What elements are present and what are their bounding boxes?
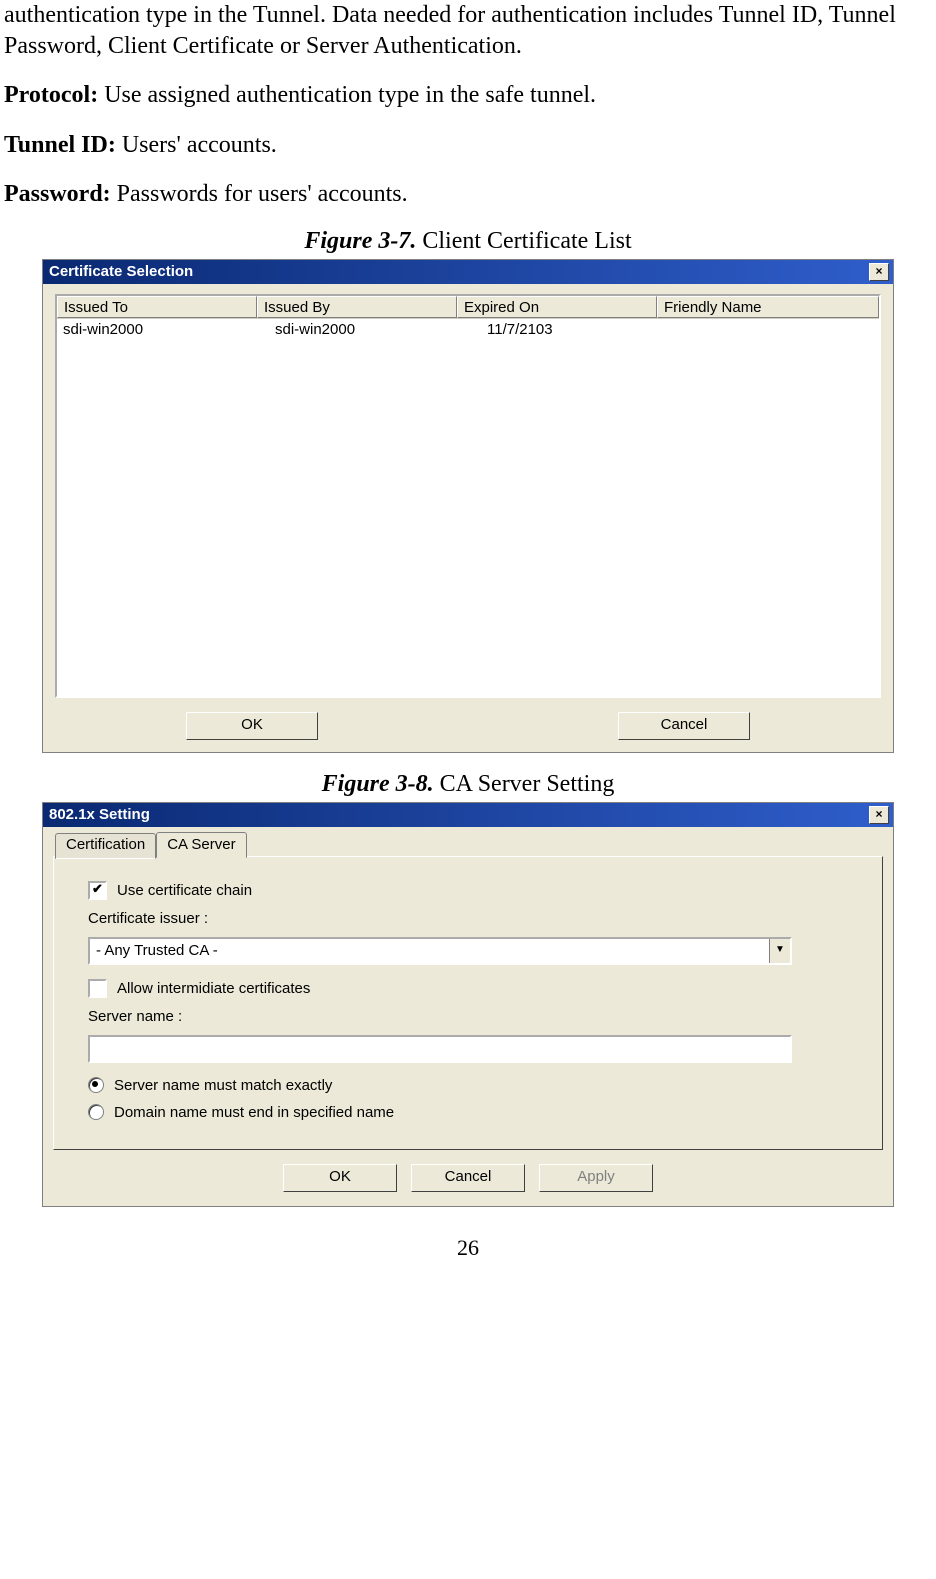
dialog-body: Issued To Issued By Expired On Friendly … (43, 284, 893, 752)
cert-issuer-label: Certificate issuer : (88, 910, 864, 927)
dialog2-body: Certification CA Server ✔ Use certificat… (43, 827, 893, 1206)
server-name-input[interactable] (88, 1035, 792, 1063)
cert-issuer-combo[interactable]: - Any Trusted CA - ▼ (88, 937, 792, 965)
def-protocol-text: Use assigned authentication type in the … (98, 82, 596, 108)
cert-issuer-value: - Any Trusted CA - (90, 942, 769, 959)
tab-ca-server[interactable]: CA Server (156, 832, 246, 858)
figure-3-8-label: Figure 3-8. (322, 771, 434, 797)
close-icon[interactable]: × (869, 806, 889, 824)
def-password: Password: Passwords for users' accounts. (4, 179, 932, 210)
col-friendly-name[interactable]: Friendly Name (657, 296, 879, 318)
allow-intermediate-checkbox[interactable] (88, 979, 107, 998)
def-protocol-label: Protocol: (4, 82, 98, 108)
intro-paragraph: authentication type in the Tunnel. Data … (4, 0, 932, 62)
cell-friendly-name (693, 319, 879, 340)
dialog-button-row: OK Cancel (55, 712, 881, 740)
radio-match-exactly-label: Server name must match exactly (114, 1077, 332, 1094)
dialog-title-text: Certificate Selection (49, 260, 193, 284)
use-cert-chain-row: ✔ Use certificate chain (88, 881, 864, 900)
cancel-button[interactable]: Cancel (618, 712, 750, 740)
figure-3-7-label: Figure 3-7. (304, 228, 416, 254)
col-issued-by[interactable]: Issued By (257, 296, 457, 318)
tab-panel-ca-server: ✔ Use certificate chain Certificate issu… (53, 856, 883, 1150)
radio-domain-end-label: Domain name must end in specified name (114, 1104, 394, 1121)
ok-button[interactable]: OK (186, 712, 318, 740)
tab-certification[interactable]: Certification (55, 833, 156, 859)
def-password-label: Password: (4, 181, 111, 207)
radio-domain-end[interactable] (88, 1104, 104, 1120)
def-protocol: Protocol: Use assigned authentication ty… (4, 80, 932, 111)
ok-button[interactable]: OK (283, 1164, 397, 1192)
apply-button[interactable]: Apply (539, 1164, 653, 1192)
certificate-selection-dialog: Certificate Selection × Issued To Issued… (42, 259, 894, 753)
figure-3-7-text: Client Certificate List (416, 228, 631, 254)
figure-3-8-caption: Figure 3-8. CA Server Setting (4, 771, 932, 798)
cell-issued-by: sdi-win2000 (269, 319, 481, 340)
tab-strip: Certification CA Server (53, 831, 883, 857)
close-icon[interactable]: × (869, 263, 889, 281)
page-number: 26 (4, 1235, 932, 1261)
col-issued-to[interactable]: Issued To (57, 296, 257, 318)
def-tunnel-id-text: Users' accounts. (116, 132, 277, 158)
table-row[interactable]: sdi-win2000 sdi-win2000 11/7/2103 (57, 319, 879, 340)
dialog2-title-text: 802.1x Setting (49, 803, 150, 827)
figure-3-7-caption: Figure 3-7. Client Certificate List (4, 228, 932, 255)
def-tunnel-id: Tunnel ID: Users' accounts. (4, 130, 932, 161)
use-cert-chain-checkbox[interactable]: ✔ (88, 881, 107, 900)
allow-intermediate-label: Allow intermidiate certificates (117, 980, 310, 997)
radio-domain-end-row: Domain name must end in specified name (88, 1104, 864, 1121)
dialog-titlebar: Certificate Selection × (43, 260, 893, 284)
list-header: Issued To Issued By Expired On Friendly … (57, 296, 879, 319)
cell-expired-on: 11/7/2103 (481, 319, 693, 340)
allow-intermediate-row: Allow intermidiate certificates (88, 979, 864, 998)
use-cert-chain-label: Use certificate chain (117, 882, 252, 899)
radio-match-exactly-row: Server name must match exactly (88, 1077, 864, 1094)
8021x-setting-dialog: 802.1x Setting × Certification CA Server… (42, 802, 894, 1207)
cancel-button[interactable]: Cancel (411, 1164, 525, 1192)
cell-issued-to: sdi-win2000 (57, 319, 269, 340)
col-expired-on[interactable]: Expired On (457, 296, 657, 318)
figure-3-8-text: CA Server Setting (434, 771, 615, 797)
dialog2-button-row: OK Cancel Apply (53, 1158, 883, 1200)
chevron-down-icon[interactable]: ▼ (769, 939, 790, 963)
def-tunnel-id-label: Tunnel ID: (4, 132, 116, 158)
dialog-titlebar: 802.1x Setting × (43, 803, 893, 827)
radio-match-exactly[interactable] (88, 1077, 104, 1093)
certificate-listview[interactable]: Issued To Issued By Expired On Friendly … (55, 294, 881, 698)
server-name-label: Server name : (88, 1008, 864, 1025)
def-password-text: Passwords for users' accounts. (111, 181, 408, 207)
